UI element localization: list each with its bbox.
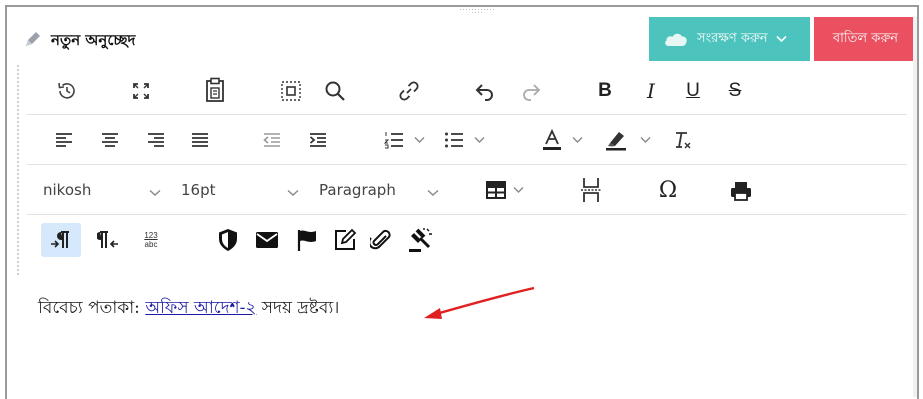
flag-link[interactable]: অফিস আদেশ-২ bbox=[145, 298, 256, 318]
chevron-down-icon[interactable] bbox=[411, 129, 427, 151]
align-justify-icon[interactable] bbox=[187, 127, 213, 153]
chevron-down-icon[interactable] bbox=[637, 129, 653, 151]
cancel-button-label: বাতিল করুন bbox=[832, 30, 899, 46]
drag-handle[interactable] bbox=[459, 7, 495, 15]
paste-icon[interactable] bbox=[201, 75, 229, 105]
toolbar-row-1: B I U S bbox=[27, 65, 907, 115]
edit-icon[interactable] bbox=[329, 223, 361, 257]
highlight-icon[interactable] bbox=[603, 127, 629, 153]
select-all-icon[interactable] bbox=[277, 77, 305, 105]
content-prefix: বিবেচ্য পতাকা: bbox=[38, 298, 146, 318]
editor-header: নতুন অনুচ্ছেদ সংরক্ষণ করুন বাতিল করুন bbox=[7, 15, 917, 65]
chevron-down-icon[interactable] bbox=[511, 179, 525, 201]
pencil-icon bbox=[23, 29, 43, 49]
scrollbar[interactable] bbox=[913, 17, 917, 397]
attachment-icon[interactable] bbox=[365, 223, 397, 257]
text-color-icon[interactable] bbox=[539, 127, 565, 153]
font-family-value: nikosh bbox=[43, 181, 92, 199]
align-center-icon[interactable] bbox=[97, 127, 123, 153]
outdent-icon[interactable] bbox=[259, 127, 285, 153]
bold-icon[interactable]: B bbox=[591, 77, 619, 105]
chevron-down-icon[interactable] bbox=[471, 129, 487, 151]
word-count-icon[interactable]: 123 abc bbox=[135, 223, 167, 257]
align-right-icon[interactable] bbox=[143, 127, 169, 153]
chevron-down-icon[interactable] bbox=[569, 129, 585, 151]
history-icon[interactable] bbox=[53, 77, 81, 105]
flag-icon[interactable] bbox=[291, 223, 323, 257]
save-button-label: সংরক্ষণ করুন bbox=[697, 30, 768, 46]
editor-content[interactable]: বিবেচ্য পতাকা: অফিস আদেশ-২ সদয় দ্রষ্টব্… bbox=[38, 295, 339, 323]
annotation-arrow bbox=[424, 286, 535, 319]
word-count-top: 123 bbox=[144, 231, 158, 240]
link-icon[interactable] bbox=[395, 77, 423, 105]
shield-icon[interactable] bbox=[213, 223, 243, 257]
page-break-icon[interactable] bbox=[577, 175, 605, 205]
undo-icon[interactable] bbox=[471, 77, 499, 105]
toolbar-row-2 bbox=[27, 115, 907, 165]
align-left-icon[interactable] bbox=[51, 127, 77, 153]
toolbar-row-3: nikosh 16pt Paragraph Ω bbox=[27, 165, 907, 215]
word-count-bottom: abc bbox=[144, 240, 158, 249]
cancel-button[interactable]: বাতিল করুন bbox=[814, 17, 917, 61]
fullscreen-icon[interactable] bbox=[127, 77, 155, 105]
search-icon[interactable] bbox=[321, 77, 349, 105]
gavel-icon[interactable] bbox=[403, 223, 437, 257]
chevron-down-icon bbox=[776, 33, 787, 46]
rtl-icon[interactable] bbox=[91, 223, 125, 257]
toolbar-row-4: 123 abc bbox=[27, 215, 907, 265]
print-icon[interactable] bbox=[727, 177, 755, 205]
redo-icon[interactable] bbox=[517, 77, 545, 105]
content-suffix: সদয় দ্রষ্টব্য। bbox=[256, 298, 340, 318]
clear-format-icon[interactable] bbox=[669, 127, 695, 153]
font-size-value: 16pt bbox=[181, 181, 216, 199]
ltr-icon[interactable] bbox=[41, 223, 81, 257]
envelope-icon[interactable] bbox=[251, 223, 283, 257]
editor-window: নতুন অনুচ্ছেদ সংরক্ষণ করুন বাতিল করুন B … bbox=[5, 5, 919, 399]
strikethrough-icon[interactable]: S bbox=[721, 77, 749, 105]
block-format-select[interactable]: Paragraph bbox=[313, 175, 445, 205]
numbered-list-icon[interactable] bbox=[381, 127, 407, 153]
font-family-select[interactable]: nikosh bbox=[37, 175, 167, 205]
cloud-icon bbox=[665, 33, 687, 46]
editor-toolbar: B I U S nikosh 16pt Paragraph Ω 123 abc bbox=[17, 65, 911, 275]
indent-icon[interactable] bbox=[305, 127, 331, 153]
chevron-down-icon bbox=[427, 183, 439, 201]
chevron-down-icon bbox=[287, 183, 299, 201]
bulleted-list-icon[interactable] bbox=[441, 127, 467, 153]
block-format-value: Paragraph bbox=[319, 181, 396, 199]
italic-icon[interactable]: I bbox=[637, 77, 665, 105]
special-char-icon[interactable]: Ω bbox=[653, 175, 683, 205]
underline-icon[interactable]: U bbox=[679, 77, 707, 105]
chevron-down-icon bbox=[149, 183, 161, 201]
page-title: নতুন অনুচ্ছেদ bbox=[51, 31, 136, 49]
font-size-select[interactable]: 16pt bbox=[175, 175, 305, 205]
table-icon[interactable] bbox=[483, 177, 509, 203]
save-button[interactable]: সংরক্ষণ করুন bbox=[649, 17, 810, 61]
